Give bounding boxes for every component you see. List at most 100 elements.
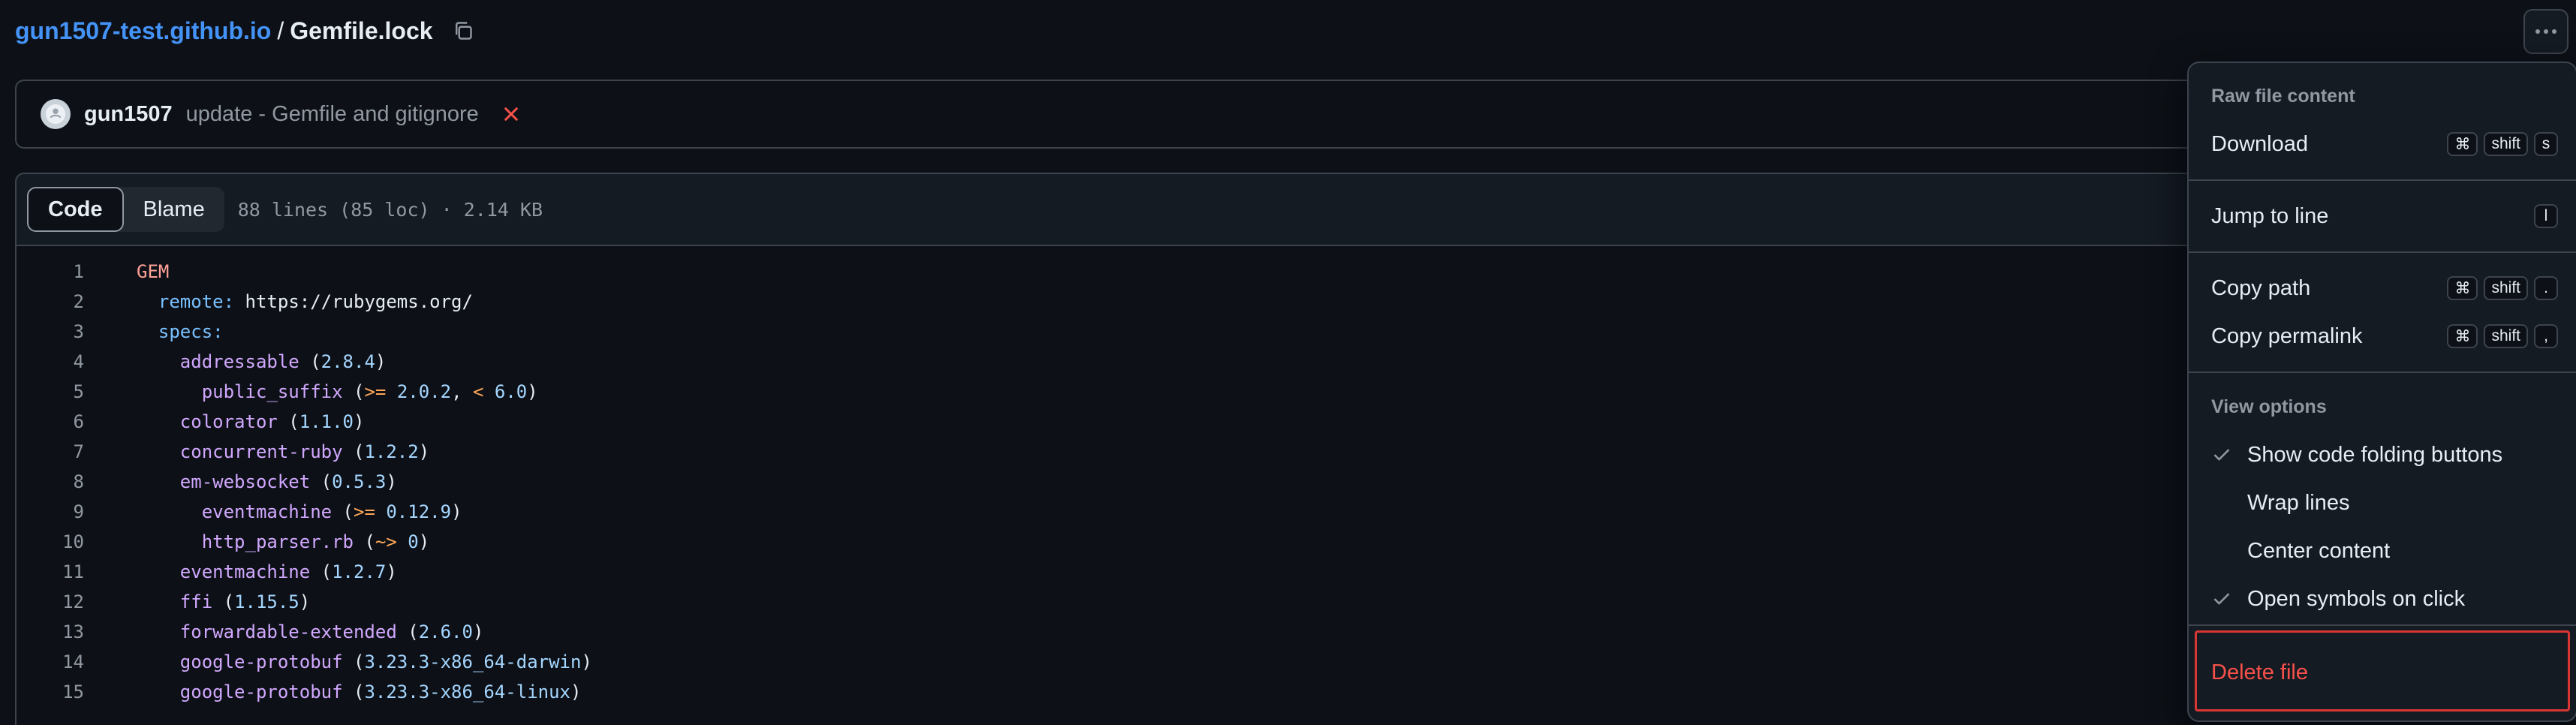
- check-icon: [2211, 444, 2232, 465]
- menu-item-center-content[interactable]: Center content: [2199, 530, 2565, 572]
- line-number[interactable]: 12: [17, 587, 84, 617]
- code-line: 12 ffi (1.15.5): [17, 587, 2492, 617]
- menu-item-show-code-folding[interactable]: Show code folding buttons: [2199, 434, 2565, 476]
- menu-divider: [2189, 372, 2576, 373]
- line-number[interactable]: 5: [17, 377, 84, 407]
- code-line: 3 specs:: [17, 317, 2492, 347]
- kbd-key: ⌘: [2447, 276, 2478, 300]
- kbd-key: s: [2534, 132, 2558, 156]
- line-number[interactable]: 9: [17, 497, 84, 527]
- keyboard-shortcut: ⌘ shift s: [2447, 132, 2558, 156]
- line-number[interactable]: 2: [17, 287, 84, 317]
- kebab-horizontal-icon: [2535, 25, 2557, 38]
- line-content: ffi (1.15.5): [179, 591, 311, 612]
- menu-item-wrap-lines[interactable]: Wrap lines: [2199, 482, 2565, 524]
- line-number[interactable]: 3: [17, 317, 84, 347]
- line-content: eventmachine (1.2.7): [179, 561, 397, 582]
- menu-item-label: Center content: [2247, 538, 2391, 563]
- menu-item-label: Download: [2211, 131, 2308, 156]
- view-toggle: Code Blame: [27, 187, 224, 232]
- line-content: http_parser.rb (~> 0): [201, 531, 430, 552]
- menu-item-jump-to-line[interactable]: Jump to line l: [2199, 195, 2565, 237]
- line-number[interactable]: 11: [17, 557, 84, 587]
- menu-item-open-symbols[interactable]: Open symbols on click: [2199, 578, 2565, 620]
- line-content: em-websocket (0.5.3): [179, 471, 397, 492]
- breadcrumb-repo-link[interactable]: gun1507-test.github.io: [15, 17, 271, 45]
- code-view[interactable]: 1 GEM 2 remote: https://rubygems.org/3 spe…: [15, 245, 2492, 725]
- more-options-button[interactable]: [2523, 9, 2568, 54]
- kbd-key: shift: [2484, 324, 2528, 348]
- menu-item-label: Wrap lines: [2247, 490, 2350, 515]
- kbd-key: ⌘: [2447, 324, 2478, 348]
- menu-item-label: Show code folding buttons: [2247, 442, 2503, 467]
- kbd-key: shift: [2484, 276, 2528, 300]
- code-line: 8 em-websocket (0.5.3): [17, 467, 2492, 497]
- line-number[interactable]: 13: [17, 617, 84, 647]
- menu-item-label: Copy permalink: [2211, 323, 2363, 348]
- menu-item-label: Jump to line: [2211, 203, 2329, 228]
- code-line: 11 eventmachine (1.2.7): [17, 557, 2492, 587]
- check-icon: [2211, 588, 2232, 609]
- code-line: 6 colorator (1.1.0): [17, 407, 2492, 437]
- line-content: colorator (1.1.0): [179, 411, 365, 432]
- line-content: eventmachine (>= 0.12.9): [201, 501, 462, 522]
- file-header: Code Blame 88 lines (85 loc) · 2.14 KB: [15, 173, 2492, 245]
- code-line: 13 forwardable-extended (2.6.0): [17, 617, 2492, 647]
- line-number[interactable]: 10: [17, 527, 84, 557]
- line-content: public_suffix (>= 2.0.2, < 6.0): [201, 381, 538, 402]
- breadcrumb-separator: /: [277, 17, 284, 44]
- menu-item-delete-file[interactable]: Delete file: [2211, 660, 2308, 685]
- line-number[interactable]: 7: [17, 437, 84, 467]
- code-line: 7 concurrent-ruby (1.2.2): [17, 437, 2492, 467]
- line-number[interactable]: 4: [17, 347, 84, 377]
- file-options-menu: Raw file content Download ⌘ shift s Jump…: [2187, 62, 2576, 722]
- menu-group-raw-label: Raw file content: [2211, 86, 2355, 107]
- line-number[interactable]: 1: [17, 257, 84, 287]
- line-content: google-protobuf (3.23.3-x86_64-darwin): [179, 651, 592, 672]
- menu-item-copy-permalink[interactable]: Copy permalink ⌘ shift ,: [2199, 315, 2565, 357]
- tab-blame[interactable]: Blame: [124, 187, 224, 232]
- code-line: 5 public_suffix (>= 2.0.2, < 6.0): [17, 377, 2492, 407]
- kbd-key: .: [2534, 276, 2558, 300]
- line-content: GEM: [137, 261, 170, 282]
- avatar[interactable]: [41, 99, 71, 129]
- line-content: concurrent-ruby (1.2.2): [179, 441, 430, 462]
- keyboard-shortcut: ⌘ shift ,: [2447, 324, 2558, 348]
- x-icon[interactable]: [501, 104, 521, 124]
- file-stats: 88 lines (85 loc) · 2.14 KB: [237, 198, 543, 221]
- code-line: 1 GEM: [17, 257, 2492, 287]
- menu-divider: [2189, 251, 2576, 253]
- keyboard-shortcut: ⌘ shift .: [2447, 276, 2558, 300]
- keyboard-shortcut: l: [2534, 204, 2558, 228]
- latest-commit-bar: gun1507 update - Gemfile and gitignore: [15, 80, 2492, 149]
- commit-author-link[interactable]: gun1507: [84, 102, 173, 127]
- tab-code[interactable]: Code: [27, 187, 124, 232]
- kbd-key: ⌘: [2447, 132, 2478, 156]
- code-line: 9 eventmachine (>= 0.12.9): [17, 497, 2492, 527]
- line-number[interactable]: 15: [17, 677, 84, 707]
- copy-icon[interactable]: [451, 19, 475, 43]
- commit-message-link[interactable]: update - Gemfile and gitignore: [186, 102, 479, 127]
- line-number[interactable]: 6: [17, 407, 84, 437]
- menu-item-label: Open symbols on click: [2247, 586, 2466, 611]
- menu-item-download[interactable]: Download ⌘ shift s: [2199, 123, 2565, 165]
- menu-group-view-label: View options: [2211, 396, 2327, 417]
- line-content: google-protobuf (3.23.3-x86_64-linux): [179, 681, 582, 702]
- line-content: forwardable-extended (2.6.0): [179, 621, 484, 642]
- line-content: addressable (2.8.4): [179, 351, 387, 372]
- menu-item-label: Copy path: [2211, 275, 2311, 300]
- breadcrumb: gun1507-test.github.io / Gemfile.lock: [15, 12, 475, 50]
- line-number[interactable]: 14: [17, 647, 84, 677]
- code-line: 14 google-protobuf (3.23.3-x86_64-darwin…: [17, 647, 2492, 677]
- code-line: 2 remote: https://rubygems.org/: [17, 287, 2492, 317]
- kbd-key: shift: [2484, 132, 2528, 156]
- menu-divider: [2189, 624, 2576, 626]
- kbd-key: l: [2534, 204, 2558, 228]
- line-content: specs:: [158, 321, 224, 342]
- kbd-key: ,: [2534, 324, 2558, 348]
- line-content: remote: https://rubygems.org/: [158, 291, 473, 312]
- menu-item-copy-path[interactable]: Copy path ⌘ shift .: [2199, 267, 2565, 309]
- line-number[interactable]: 8: [17, 467, 84, 497]
- code-line: 10 http_parser.rb (~> 0): [17, 527, 2492, 557]
- code-line: 15 google-protobuf (3.23.3-x86_64-linux): [17, 677, 2492, 707]
